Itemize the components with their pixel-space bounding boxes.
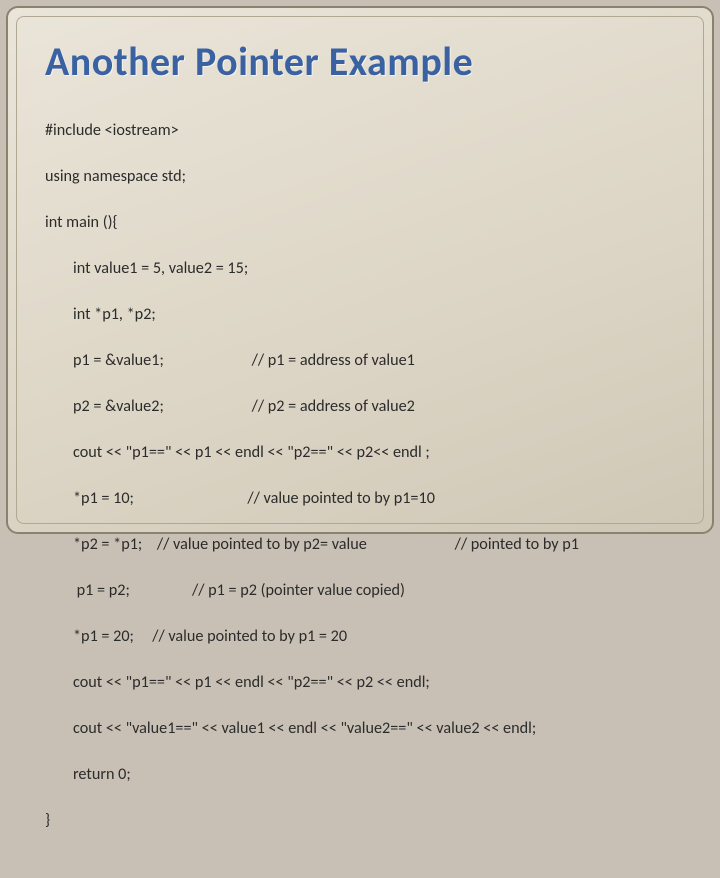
code-line: #include <iostream> (45, 119, 675, 142)
slide-frame-inner: Another Pointer Example #include <iostre… (16, 16, 704, 524)
code-line: p2 = &value2; // p2 = address of value2 (45, 395, 675, 418)
code-line: } (45, 809, 675, 832)
code-line: *p2 = *p1; // value pointed to by p2= va… (45, 533, 675, 556)
code-line: p1 = p2; // p1 = p2 (pointer value copie… (45, 579, 675, 602)
code-line: *p1 = 10; // value pointed to by p1=10 (45, 487, 675, 510)
code-line: cout << "value1==" << value1 << endl << … (45, 717, 675, 740)
code-line: int main (){ (45, 211, 675, 234)
slide-title: Another Pointer Example (45, 37, 675, 86)
code-line: *p1 = 20; // value pointed to by p1 = 20 (45, 625, 675, 648)
code-line: cout << "p1==" << p1 << endl << "p2==" <… (45, 441, 675, 464)
code-line: return 0; (45, 763, 675, 786)
code-line: using namespace std; (45, 165, 675, 188)
code-line: cout << "p1==" << p1 << endl << "p2==" <… (45, 671, 675, 694)
code-line: int *p1, *p2; (45, 303, 675, 326)
code-block: #include <iostream> using namespace std;… (45, 96, 675, 878)
code-line: p1 = &value1; // p1 = address of value1 (45, 349, 675, 372)
slide-frame-outer: Another Pointer Example #include <iostre… (6, 6, 714, 534)
code-line: int value1 = 5, value2 = 15; (45, 257, 675, 280)
